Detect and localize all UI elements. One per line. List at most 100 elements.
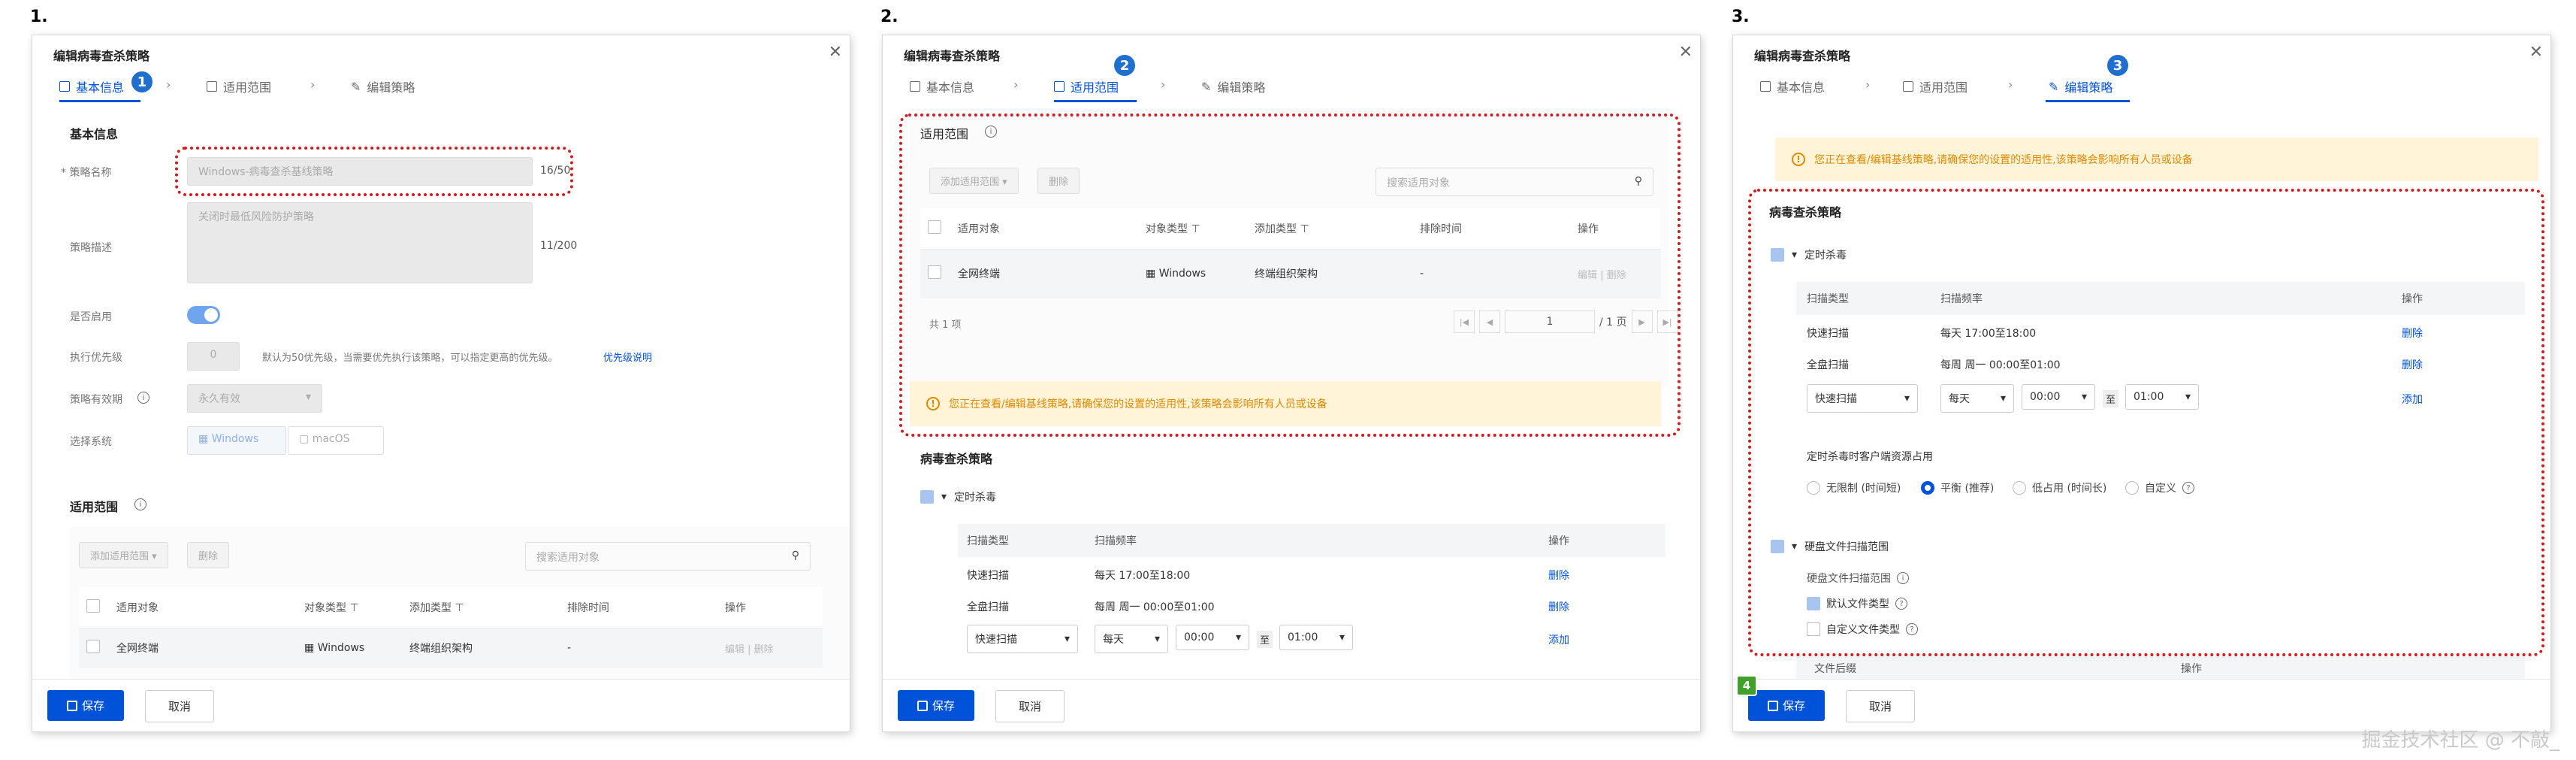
close-icon[interactable]: ✕ — [1679, 43, 1693, 62]
tab-label: 编辑策略 — [1217, 80, 1266, 95]
column-header[interactable]: 添加类型 ⊤ — [402, 587, 560, 628]
priority-hint: 默认为50优先级，当需要优先执行该策略，可以指定更高的优先级。 — [262, 353, 558, 364]
caret-down-icon: ▾ — [1154, 633, 1160, 645]
tab-scope[interactable]: 适用范围 — [1054, 77, 1119, 95]
scope-section-title: 适用范围 — [70, 500, 119, 514]
validity-select[interactable]: 永久有效 ▾ — [187, 384, 322, 413]
cell-text: Windows — [317, 642, 365, 655]
delete-link[interactable]: 删除 — [1548, 599, 1569, 614]
column-label: 添加类型 — [409, 601, 451, 614]
tab-edit-policy[interactable]: ✎ 编辑策略 — [351, 77, 415, 95]
caret-down-icon: ▾ — [1235, 631, 1241, 643]
active-tab-underline — [1054, 100, 1137, 102]
column-header: 扫描频率 — [1095, 535, 1137, 547]
active-tab-underline — [2046, 100, 2130, 102]
priority-help-link[interactable]: 优先级说明 — [603, 350, 652, 364]
scope-search-input[interactable]: 搜索适用对象 ⚲ — [525, 542, 811, 571]
os-label: 选择系统 — [70, 436, 112, 448]
close-icon[interactable]: ✕ — [2529, 43, 2543, 62]
table-cell: 全网终端 — [116, 643, 159, 656]
select-value: 00:00 — [1184, 631, 1215, 643]
dialog-footer: 保存 取消 — [883, 679, 1700, 731]
delete-link[interactable]: 删除 — [754, 644, 774, 656]
save-button[interactable]: 保存 — [898, 690, 975, 721]
delete-button[interactable]: 删除 — [187, 542, 230, 568]
select-value: 每天 — [1103, 634, 1124, 646]
step-number-2: 2. — [880, 8, 898, 26]
os-macos-option[interactable]: ▢ macOS — [288, 426, 384, 455]
info-icon: i — [134, 498, 146, 510]
table-cell: - — [567, 642, 572, 655]
tab-basic-info[interactable]: 基本信息 — [59, 77, 124, 95]
os-option-label: Windows — [211, 433, 259, 445]
os-windows-option[interactable]: ▦ Windows — [187, 426, 286, 455]
button-label: 保存 — [82, 699, 105, 713]
table-cell: 终端组织架构 — [409, 643, 473, 656]
grid-icon — [59, 81, 70, 92]
chevron-right-icon: › — [1013, 77, 1019, 92]
apple-icon: ▢ — [299, 433, 313, 445]
tab-scope[interactable]: 适用范围 — [1903, 77, 1967, 95]
tab-edit-policy[interactable]: ✎ 编辑策略 — [2049, 77, 2112, 95]
column-header[interactable]: 对象类型 ⊤ — [297, 587, 402, 628]
start-time-select[interactable]: 00:00 ▾ — [1176, 625, 1249, 650]
step-number-1: 1. — [30, 8, 48, 26]
dialog-footer: 保存 取消 — [32, 679, 850, 731]
caret-down-icon: ▾ — [1339, 631, 1345, 643]
tab-basic-info[interactable]: 基本信息 — [1760, 77, 1825, 95]
chevron-right-icon: › — [166, 77, 171, 92]
search-placeholder: 搜索适用对象 — [536, 552, 599, 564]
step-badge: 4 — [1736, 675, 1757, 696]
warning-text: 您正在查看/编辑基线策略,请确保您的设置的适用性,该策略会影响所有人员或设备 — [1814, 154, 2193, 166]
tab-label: 基本信息 — [1777, 80, 1826, 95]
highlight-box — [899, 114, 1681, 437]
dialog-edit-policy: 编辑病毒查杀策略 ✕ 基本信息 › 适用范围 › ✎ 编辑策略 3 ! 您正在查看/… — [1732, 35, 2551, 732]
tab-edit-policy[interactable]: ✎ 编辑策略 — [1201, 77, 1265, 95]
tab-label: 适用范围 — [1071, 80, 1119, 95]
dialog-title: 编辑病毒查杀策略 — [904, 49, 1001, 63]
enable-toggle[interactable] — [187, 306, 220, 324]
delete-link[interactable]: 删除 — [1548, 568, 1569, 583]
edit-link[interactable]: 编辑 — [725, 644, 744, 656]
os-option-label: macOS — [312, 433, 350, 445]
cancel-button[interactable]: 取消 — [995, 690, 1065, 722]
enable-label: 是否启用 — [70, 311, 112, 323]
frequency-select[interactable]: 每天 ▾ — [1095, 625, 1168, 653]
policy-desc-textarea[interactable]: 关闭时最低风险防护策略 — [187, 202, 533, 283]
watermark: 掘金技术社区 @ 不敲_ — [2361, 729, 2559, 752]
priority-input[interactable]: 0 — [187, 342, 240, 371]
cancel-button[interactable]: 取消 — [145, 690, 215, 722]
highlight-box — [175, 147, 573, 196]
select-all-checkbox[interactable] — [86, 598, 100, 613]
expand-caret-icon[interactable]: ▾ — [941, 491, 947, 503]
scan-type-select[interactable]: 快速扫描 ▾ — [967, 625, 1078, 653]
close-icon[interactable]: ✕ — [829, 43, 842, 62]
chevron-right-icon: › — [1865, 77, 1871, 92]
filter-icon[interactable]: ⊤ — [349, 602, 358, 614]
scheduled-scan-checkbox[interactable] — [920, 490, 934, 504]
save-button[interactable]: 保存 — [47, 690, 125, 721]
column-label: 对象类型 — [304, 601, 346, 614]
validity-value: 永久有效 — [198, 393, 240, 405]
end-time-select[interactable]: 01:00 ▾ — [1279, 625, 1353, 650]
search-icon[interactable]: ⚲ — [792, 550, 799, 562]
column-header: 适用对象 — [109, 587, 297, 628]
grid-icon — [910, 81, 920, 92]
tab-label: 基本信息 — [76, 80, 125, 95]
dialog-title: 编辑病毒查杀策略 — [53, 49, 150, 63]
pencil-icon: ✎ — [1201, 79, 1212, 94]
filter-icon[interactable]: ⊤ — [454, 602, 464, 614]
add-schedule-link[interactable]: 添加 — [1548, 632, 1569, 647]
pencil-icon: ✎ — [351, 79, 361, 94]
tab-basic-info[interactable]: 基本信息 — [910, 77, 974, 95]
add-scope-button[interactable]: 添加适用范围 ▾ — [79, 542, 168, 568]
tab-scope[interactable]: 适用范围 — [207, 77, 271, 95]
table-cell: 每周 周一 00:00至01:00 — [1095, 601, 1215, 613]
save-button[interactable]: 保存 — [1748, 690, 1826, 721]
cancel-button[interactable]: 取消 — [1846, 690, 1916, 722]
button-label: 添加适用范围 — [90, 551, 149, 562]
section-title: 基本信息 — [70, 127, 119, 141]
row-checkbox[interactable] — [86, 640, 100, 654]
to-separator: 至 — [1257, 631, 1273, 648]
grid-icon — [1760, 81, 1771, 92]
